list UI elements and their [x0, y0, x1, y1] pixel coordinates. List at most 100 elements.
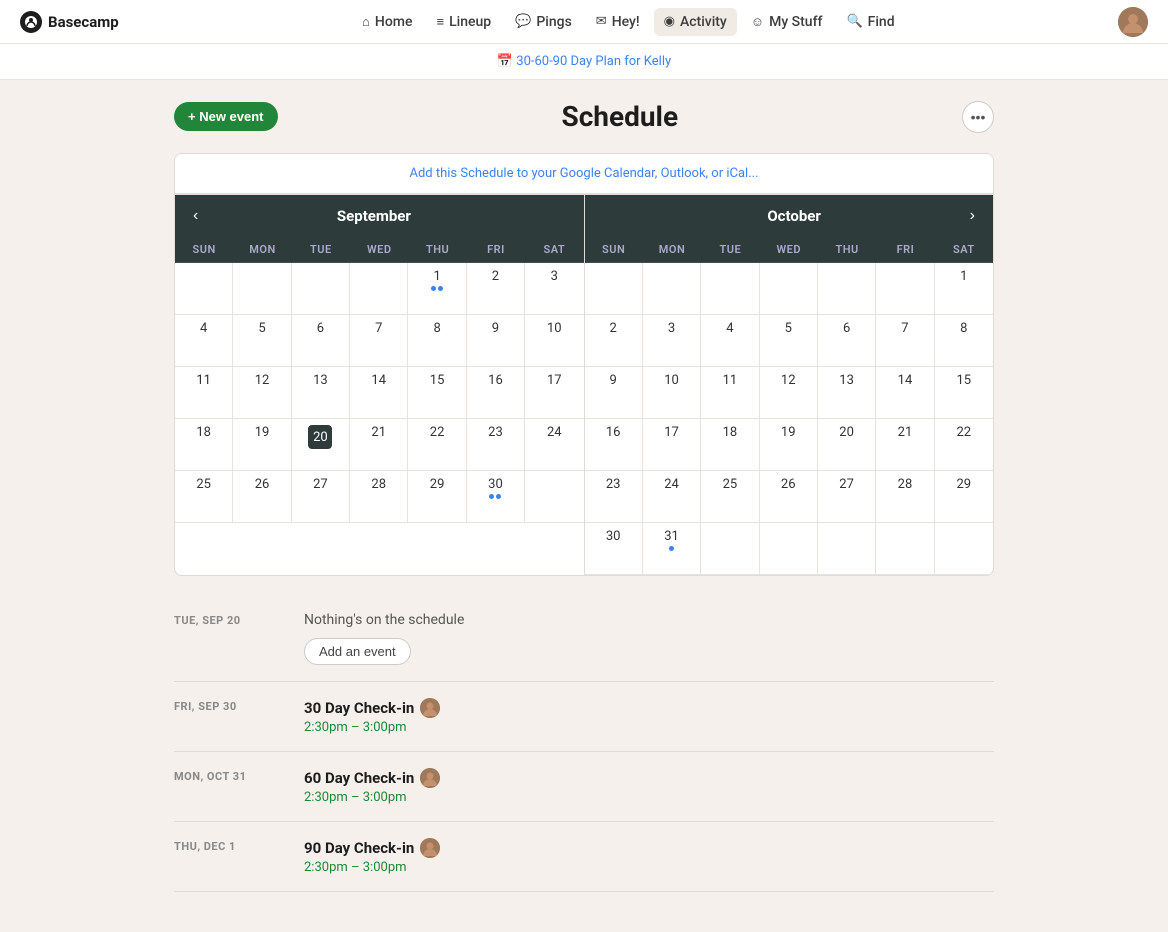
- avatar[interactable]: [1118, 7, 1148, 37]
- oct-day-14[interactable]: 14: [876, 367, 934, 419]
- more-options-button[interactable]: •••: [962, 101, 994, 133]
- sep-day-19[interactable]: 19: [233, 419, 291, 471]
- nav-pings[interactable]: 💬 Pings: [505, 8, 582, 36]
- day-label-sep30: FRI, SEP 30: [174, 698, 274, 735]
- oct-day-16[interactable]: 16: [585, 419, 643, 471]
- nav-home[interactable]: ⌂ Home: [352, 8, 422, 36]
- sep-day-21[interactable]: 21: [350, 419, 408, 471]
- sep-day-6[interactable]: 6: [292, 315, 350, 367]
- oct-day-19[interactable]: 19: [760, 419, 818, 471]
- oct-day-5[interactable]: 5: [760, 315, 818, 367]
- logo[interactable]: Basecamp: [20, 11, 119, 33]
- nav-mystuff[interactable]: ☺ My Stuff: [741, 8, 833, 36]
- oct-day-8[interactable]: 8: [935, 315, 993, 367]
- event-title-sep30[interactable]: 30 Day Check-in: [304, 698, 994, 718]
- sep-day-1[interactable]: 1: [408, 263, 466, 315]
- sep-day-23[interactable]: 23: [467, 419, 525, 471]
- sep-day-28[interactable]: 28: [350, 471, 408, 523]
- oct-day-10[interactable]: 10: [643, 367, 701, 419]
- event-name-oct31: 60 Day Check-in: [304, 769, 414, 787]
- nav-activity[interactable]: ◉ Activity: [654, 8, 737, 36]
- sep-day-15[interactable]: 15: [408, 367, 466, 419]
- oct-day-13[interactable]: 13: [818, 367, 876, 419]
- nav-find[interactable]: 🔍 Find: [836, 8, 904, 36]
- oct-day-22[interactable]: 22: [935, 419, 993, 471]
- oct-day-11[interactable]: 11: [701, 367, 759, 419]
- sep-day-22[interactable]: 22: [408, 419, 466, 471]
- prev-month-button[interactable]: ‹: [187, 205, 204, 227]
- oct-day-7[interactable]: 7: [876, 315, 934, 367]
- mystuff-icon: ☺: [751, 14, 764, 30]
- sep-day-7[interactable]: 7: [350, 315, 408, 367]
- sep-day-10[interactable]: 10: [525, 315, 583, 367]
- sep-day-fri: FRI: [467, 237, 525, 262]
- nothing-label: Nothing's on the schedule: [304, 612, 994, 628]
- add-event-button-sep20[interactable]: Add an event: [304, 638, 411, 665]
- event-title-oct31[interactable]: 60 Day Check-in: [304, 768, 994, 788]
- october-header: October ›: [585, 195, 994, 237]
- breadcrumb-link[interactable]: 30-60-90 Day Plan for Kelly: [516, 54, 671, 69]
- sep-day-3[interactable]: 3: [525, 263, 583, 315]
- sep-day-26[interactable]: 26: [233, 471, 291, 523]
- sep-day-24[interactable]: 24: [525, 419, 583, 471]
- ical-link[interactable]: Add this Schedule to your Google Calenda…: [409, 166, 758, 181]
- new-event-button[interactable]: + New event: [174, 102, 278, 131]
- schedule-day-sep30: FRI, SEP 30 30 Day Check-in 2:30pm – 3:0…: [174, 682, 994, 752]
- september-title: September: [204, 207, 543, 225]
- oct-empty-cell: [876, 263, 934, 315]
- sep-day-14[interactable]: 14: [350, 367, 408, 419]
- oct-day-21[interactable]: 21: [876, 419, 934, 471]
- oct-day-15[interactable]: 15: [935, 367, 993, 419]
- oct-day-26[interactable]: 26: [760, 471, 818, 523]
- oct-day-17[interactable]: 17: [643, 419, 701, 471]
- sep-day-25[interactable]: 25: [175, 471, 233, 523]
- sep-day-13[interactable]: 13: [292, 367, 350, 419]
- sep-day-27[interactable]: 27: [292, 471, 350, 523]
- sep-day-5[interactable]: 5: [233, 315, 291, 367]
- sep-day-9[interactable]: 9: [467, 315, 525, 367]
- oct-day-27[interactable]: 27: [818, 471, 876, 523]
- oct-empty-cell: [585, 263, 643, 315]
- oct-day-23[interactable]: 23: [585, 471, 643, 523]
- oct-day-28[interactable]: 28: [876, 471, 934, 523]
- oct-day-2[interactable]: 2: [585, 315, 643, 367]
- oct-day-30[interactable]: 30: [585, 523, 643, 575]
- day-content-sep20: Nothing's on the schedule Add an event: [304, 612, 994, 665]
- nav-hey[interactable]: ✉ Hey!: [586, 8, 650, 36]
- oct-day-1[interactable]: 1: [935, 263, 993, 315]
- sep-day-11[interactable]: 11: [175, 367, 233, 419]
- top-navigation: Basecamp ⌂ Home ≡ Lineup 💬 Pings ✉ Hey! …: [0, 0, 1168, 44]
- sep-day-8[interactable]: 8: [408, 315, 466, 367]
- oct-day-9[interactable]: 9: [585, 367, 643, 419]
- sep-day-12[interactable]: 12: [233, 367, 291, 419]
- oct-day-18[interactable]: 18: [701, 419, 759, 471]
- oct-day-6[interactable]: 6: [818, 315, 876, 367]
- day-content-dec1: 90 Day Check-in 2:30pm – 3:00pm: [304, 838, 994, 875]
- oct-day-25[interactable]: 25: [701, 471, 759, 523]
- oct-day-24[interactable]: 24: [643, 471, 701, 523]
- oct-empty-cell: [701, 263, 759, 315]
- sep-day-18[interactable]: 18: [175, 419, 233, 471]
- next-month-button[interactable]: ›: [964, 205, 981, 227]
- sep-day-2[interactable]: 2: [467, 263, 525, 315]
- oct-day-4[interactable]: 4: [701, 315, 759, 367]
- september-grid: 1234567891011121314151617181920212223242…: [175, 263, 584, 523]
- nav-lineup[interactable]: ≡ Lineup: [426, 8, 501, 36]
- oct-day-29[interactable]: 29: [935, 471, 993, 523]
- sep-day-17[interactable]: 17: [525, 367, 583, 419]
- sep-day-16[interactable]: 16: [467, 367, 525, 419]
- sep-day-30[interactable]: 30: [467, 471, 525, 523]
- oct-day-31[interactable]: 31: [643, 523, 701, 575]
- sep-day-29[interactable]: 29: [408, 471, 466, 523]
- october-title: October: [625, 207, 964, 225]
- oct-day-12[interactable]: 12: [760, 367, 818, 419]
- oct-empty-cell: [876, 523, 934, 575]
- event-time-sep30: 2:30pm – 3:00pm: [304, 720, 994, 735]
- sep-empty-cell: [350, 263, 408, 315]
- oct-day-20[interactable]: 20: [818, 419, 876, 471]
- event-title-dec1[interactable]: 90 Day Check-in: [304, 838, 994, 858]
- sep-day-4[interactable]: 4: [175, 315, 233, 367]
- oct-empty-cell: [935, 523, 993, 575]
- oct-day-3[interactable]: 3: [643, 315, 701, 367]
- sep-day-20[interactable]: 20: [292, 419, 350, 471]
